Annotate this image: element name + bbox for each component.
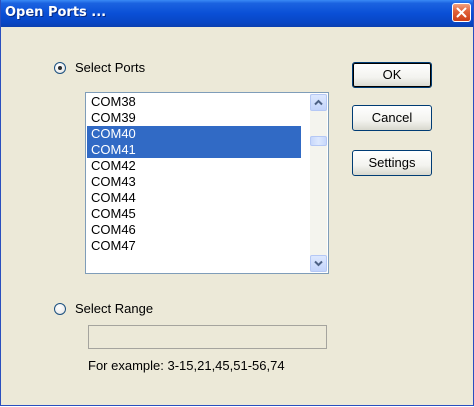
chevron-up-icon (314, 99, 323, 106)
port-list-item[interactable]: COM42 (87, 158, 301, 174)
close-icon (456, 7, 467, 18)
select-range-label: Select Range (75, 301, 154, 316)
select-ports-label: Select Ports (75, 60, 146, 75)
scroll-up-button[interactable] (310, 94, 327, 111)
port-list-item[interactable]: COM43 (87, 174, 301, 190)
chevron-down-icon (314, 260, 323, 267)
port-list-item[interactable]: COM46 (87, 222, 301, 238)
port-list-item[interactable]: COM41 (87, 142, 301, 158)
select-ports-option[interactable]: Select Ports (54, 60, 145, 75)
ports-listbox[interactable]: COM38 COM39 COM40 COM41 COM42 COM43 COM44 COM45… (85, 92, 329, 274)
scroll-thumb[interactable] (310, 136, 327, 146)
scroll-down-button[interactable] (310, 255, 327, 272)
range-example-hint: For example: 3-15,21,45,51-56,74 (88, 358, 285, 373)
select-range-radio[interactable] (54, 302, 66, 315)
select-ports-radio[interactable] (54, 61, 66, 74)
port-list-item[interactable]: COM44 (87, 190, 301, 206)
port-list-item[interactable]: COM39 (87, 110, 301, 126)
select-range-option[interactable]: Select Range (54, 301, 153, 316)
settings-button[interactable]: Settings (352, 150, 432, 176)
cancel-button[interactable]: Cancel (352, 105, 432, 131)
close-button[interactable] (452, 3, 471, 22)
port-list-item[interactable]: COM40 (87, 126, 301, 142)
ports-scrollbar[interactable] (310, 94, 327, 272)
range-input[interactable] (88, 325, 327, 349)
port-list-item[interactable]: COM38 (87, 94, 301, 110)
ok-button[interactable]: OK (352, 62, 432, 88)
window-title: Open Ports ... (5, 5, 107, 20)
title-bar[interactable]: Open Ports ... (1, 0, 473, 27)
port-list-item[interactable]: COM47 (87, 238, 301, 254)
ports-list: COM38 COM39 COM40 COM41 COM42 COM43 COM44 COM45… (87, 94, 301, 254)
open-ports-dialog: Open Ports ... Select Ports COM38 COM39 CO… (0, 0, 474, 406)
port-list-item[interactable]: COM45 (87, 206, 301, 222)
